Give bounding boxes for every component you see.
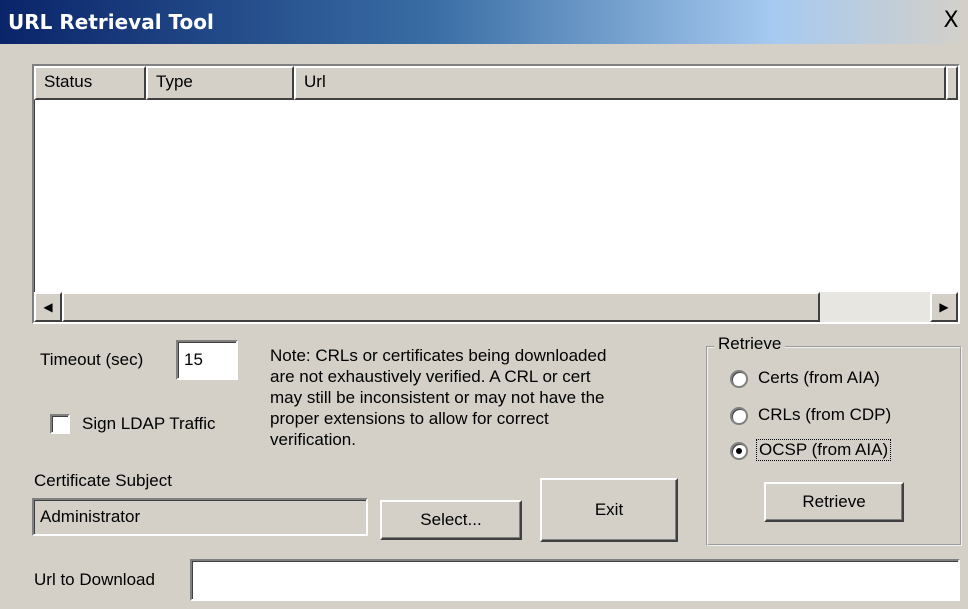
radio-label[interactable]: Certs (from AIA): [758, 368, 880, 388]
scroll-left-icon[interactable]: ◀: [34, 292, 62, 322]
scroll-right-icon[interactable]: ▶: [930, 292, 958, 322]
radio-button-selected[interactable]: [730, 442, 748, 460]
radio-label[interactable]: CRLs (from CDP): [758, 405, 891, 425]
close-icon[interactable]: X: [938, 8, 964, 36]
list-header: Status Type Url: [34, 66, 958, 100]
column-header-type[interactable]: Type: [146, 66, 294, 100]
scroll-track[interactable]: [820, 292, 930, 322]
timeout-input[interactable]: [176, 340, 238, 380]
title-bar: URL Retrieval Tool X: [0, 0, 968, 44]
column-header-url[interactable]: Url: [294, 66, 946, 100]
radio-crls-cdp[interactable]: CRLs (from CDP): [730, 405, 950, 431]
retrieve-button[interactable]: Retrieve: [764, 482, 904, 522]
horizontal-scrollbar[interactable]: ◀ ▶: [34, 292, 958, 322]
radio-ocsp-aia[interactable]: OCSP (from AIA): [730, 439, 950, 466]
url-list-view[interactable]: Status Type Url ◀ ▶: [32, 64, 960, 324]
sign-ldap-label[interactable]: Sign LDAP Traffic: [82, 414, 216, 434]
url-to-download-input[interactable]: [190, 559, 960, 601]
radio-label[interactable]: OCSP (from AIA): [756, 439, 892, 461]
retrieve-group-legend: Retrieve: [714, 334, 786, 354]
verification-note: Note: CRLs or certificates being downloa…: [270, 346, 607, 449]
column-header-filler: [946, 66, 958, 100]
url-to-download-label: Url to Download: [34, 570, 155, 589]
select-button[interactable]: Select...: [380, 500, 522, 540]
timeout-label: Timeout (sec): [40, 350, 144, 369]
column-header-status[interactable]: Status: [34, 66, 146, 100]
radio-button[interactable]: [730, 407, 748, 425]
radio-certs-aia[interactable]: Certs (from AIA): [730, 368, 950, 394]
scroll-thumb[interactable]: [62, 292, 820, 322]
certificate-subject-field: [32, 498, 368, 536]
radio-button[interactable]: [730, 370, 748, 388]
radio-selected-dot: [736, 448, 742, 454]
certificate-subject-label: Certificate Subject: [34, 471, 172, 490]
window-title: URL Retrieval Tool: [8, 10, 214, 34]
exit-button[interactable]: Exit: [540, 478, 678, 542]
sign-ldap-checkbox[interactable]: [50, 414, 70, 434]
